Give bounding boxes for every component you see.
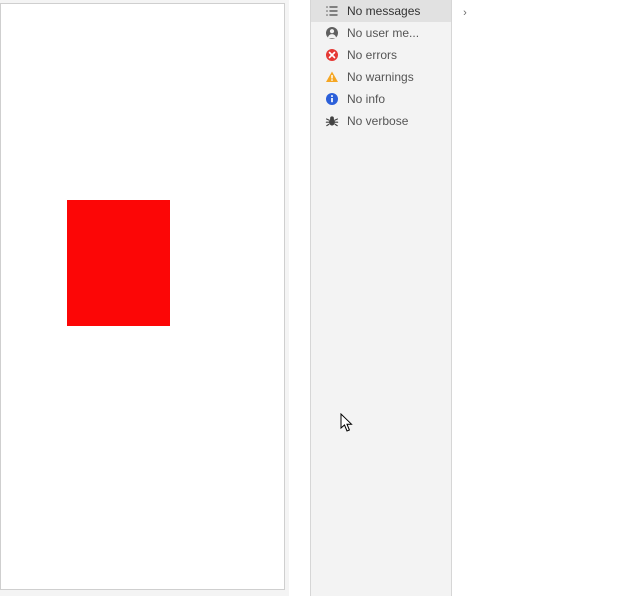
filter-label: No verbose bbox=[347, 114, 445, 128]
warning-icon bbox=[325, 70, 339, 84]
page-viewport[interactable] bbox=[0, 3, 285, 590]
filter-label: No errors bbox=[347, 48, 445, 62]
red-square bbox=[67, 200, 170, 326]
chevron-right-icon: › bbox=[463, 7, 467, 19]
sidebar-expander[interactable]: › bbox=[456, 4, 474, 22]
info-icon bbox=[325, 92, 339, 106]
filter-label: No messages bbox=[347, 4, 445, 18]
console-sidebar: No messages No user me... bbox=[311, 0, 452, 596]
filter-row-info[interactable]: No info bbox=[311, 88, 451, 110]
filter-label: No warnings bbox=[347, 70, 445, 84]
filter-row-messages[interactable]: No messages bbox=[311, 0, 451, 22]
error-icon bbox=[325, 48, 339, 62]
page-preview-wrap bbox=[0, 0, 289, 596]
filter-row-verbose[interactable]: No verbose bbox=[311, 110, 451, 132]
filter-row-user[interactable]: No user me... bbox=[311, 22, 451, 44]
filter-row-warnings[interactable]: No warnings bbox=[311, 66, 451, 88]
user-icon bbox=[325, 26, 339, 40]
console-messages-area[interactable] bbox=[453, 0, 628, 596]
list-icon bbox=[325, 4, 339, 18]
filter-row-errors[interactable]: No errors bbox=[311, 44, 451, 66]
filter-label: No user me... bbox=[347, 26, 445, 40]
bug-icon bbox=[325, 114, 339, 128]
filter-label: No info bbox=[347, 92, 445, 106]
